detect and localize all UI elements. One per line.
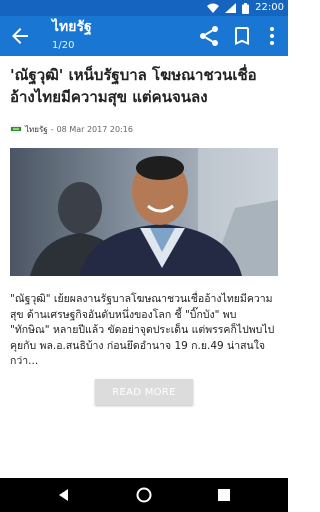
nav-recents-icon[interactable]	[216, 487, 232, 503]
source-logo-icon	[10, 125, 22, 133]
read-more-button[interactable]: READ MORE	[95, 379, 193, 405]
page-counter: 1/20	[52, 40, 75, 51]
back-arrow-icon[interactable]	[8, 24, 32, 48]
app-title: ไทยรัฐ	[52, 19, 92, 35]
photo-illustration	[10, 148, 278, 276]
share-icon[interactable]	[197, 24, 221, 48]
article-summary: "ณัฐวุฒิ" เย้ยผลงานรัฐบาลโฆษณาชวนเชื่ออ้…	[10, 293, 275, 367]
more-vert-icon[interactable]	[260, 24, 284, 48]
nav-back-icon[interactable]	[56, 487, 72, 503]
battery-icon	[242, 2, 250, 14]
article-headline: 'ณัฐวุฒิ' เหน็บรัฐบาล โฆษณาชวนเชื่ออ้างไ…	[10, 66, 257, 106]
meta-separator: -	[50, 124, 54, 134]
source-name: ไทยรัฐ	[25, 124, 48, 134]
signal-icon	[225, 3, 237, 13]
clock: 22:00	[255, 2, 284, 13]
wifi-icon	[207, 3, 220, 13]
article-date: 08 Mar 2017 20:16	[56, 124, 133, 134]
nav-home-icon[interactable]	[136, 487, 152, 503]
article-photo	[10, 148, 278, 276]
navigation-bar	[0, 478, 288, 512]
article-meta: ไทยรัฐ - 08 Mar 2017 20:16	[10, 122, 278, 136]
bookmark-icon[interactable]	[230, 24, 254, 48]
status-bar: 22:00	[0, 0, 288, 16]
app-bar: ไทยรัฐ 1/20	[0, 16, 288, 56]
